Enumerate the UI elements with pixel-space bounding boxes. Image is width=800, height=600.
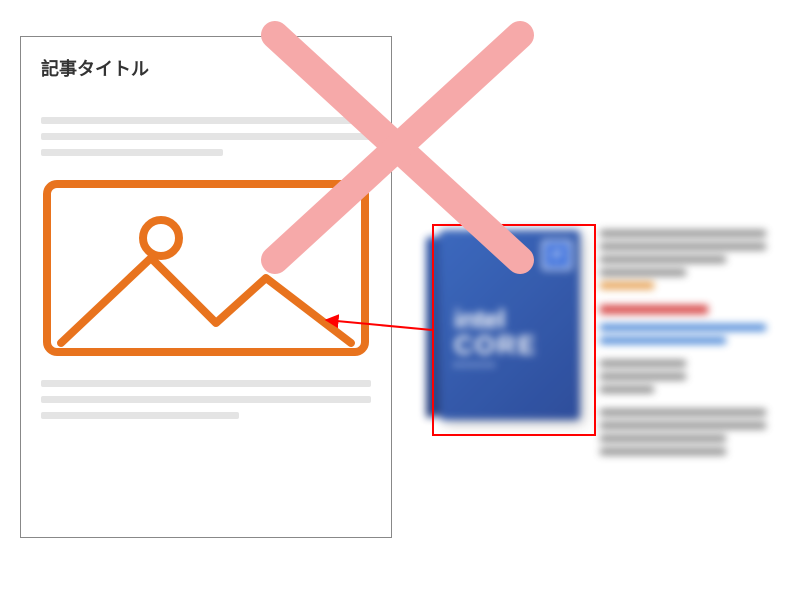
product-badge: i7 bbox=[542, 240, 572, 270]
article-paragraph-2 bbox=[41, 380, 371, 419]
article-mock: 記事タイトル bbox=[20, 36, 392, 538]
product-box-image: i7 intel CORE ■ ■ ■ ■ ■ ■ bbox=[440, 230, 580, 420]
article-image-placeholder bbox=[41, 178, 371, 358]
product-listing-blur: i7 intel CORE ■ ■ ■ ■ ■ ■ bbox=[440, 230, 785, 470]
article-title: 記事タイトル bbox=[41, 55, 391, 81]
image-placeholder-icon bbox=[41, 178, 371, 358]
product-brand-line2: CORE bbox=[454, 330, 537, 361]
product-info-text bbox=[600, 230, 780, 461]
product-subtext: ■ ■ ■ ■ ■ ■ bbox=[454, 362, 495, 369]
article-paragraph-1 bbox=[41, 117, 371, 156]
